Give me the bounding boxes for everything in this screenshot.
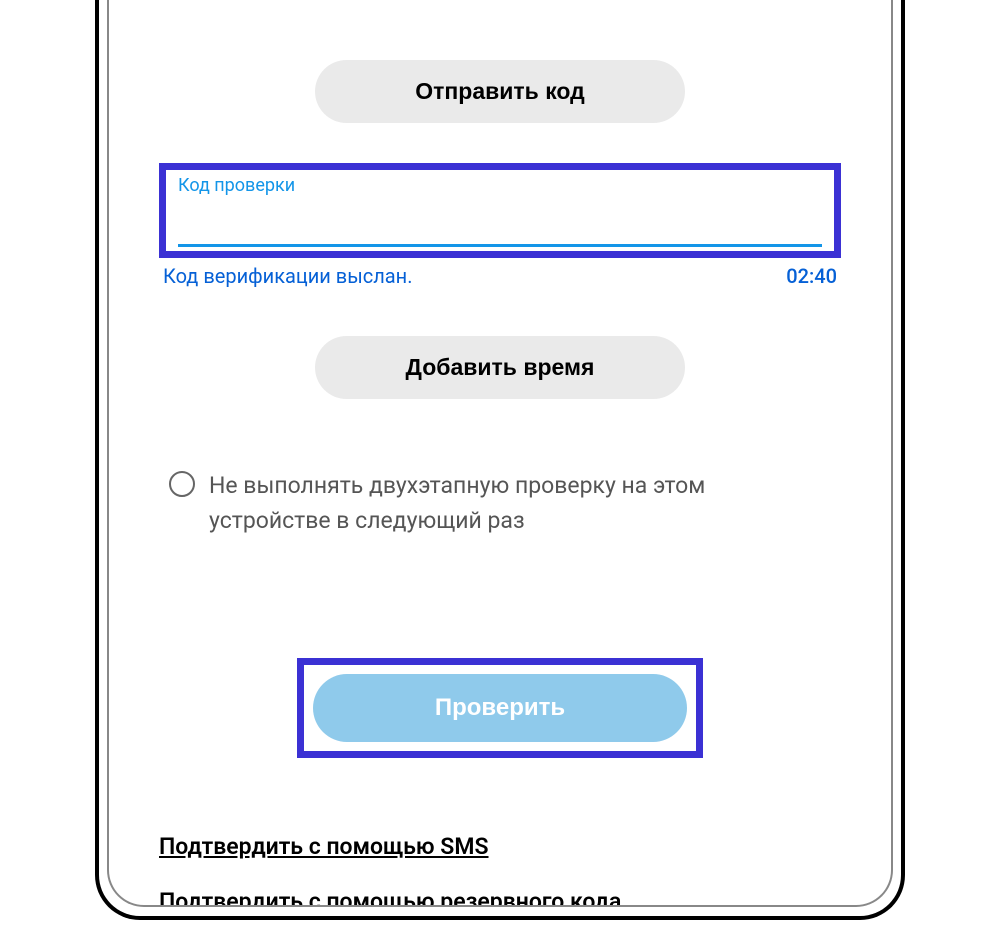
- code-input-label: Код проверки: [178, 175, 822, 196]
- skip-2fa-row: Не выполнять двухэтапную проверку на это…: [159, 469, 841, 538]
- status-row: Код верификации выслан. 02:40: [159, 258, 841, 288]
- confirm-via-backup-code-link[interactable]: Подтвердить с помощью резервного кода: [159, 888, 841, 907]
- status-message: Код верификации выслан.: [163, 264, 412, 288]
- add-time-button[interactable]: Добавить время: [315, 336, 685, 399]
- skip-2fa-label: Не выполнять двухэтапную проверку на это…: [209, 469, 831, 538]
- verification-code-input[interactable]: [178, 206, 822, 247]
- phone-frame: Отправить код Код проверки Код верификац…: [95, 0, 905, 920]
- code-input-highlight-frame: Код проверки: [159, 163, 841, 258]
- verify-highlight-frame: Проверить: [297, 658, 703, 758]
- confirm-via-sms-link[interactable]: Подтвердить с помощью SMS: [159, 833, 841, 860]
- countdown-timer: 02:40: [786, 264, 837, 288]
- skip-2fa-radio[interactable]: [169, 471, 195, 497]
- verify-button[interactable]: Проверить: [313, 674, 687, 742]
- phone-screen: Отправить код Код проверки Код верификац…: [107, 0, 893, 907]
- send-code-button[interactable]: Отправить код: [315, 60, 685, 123]
